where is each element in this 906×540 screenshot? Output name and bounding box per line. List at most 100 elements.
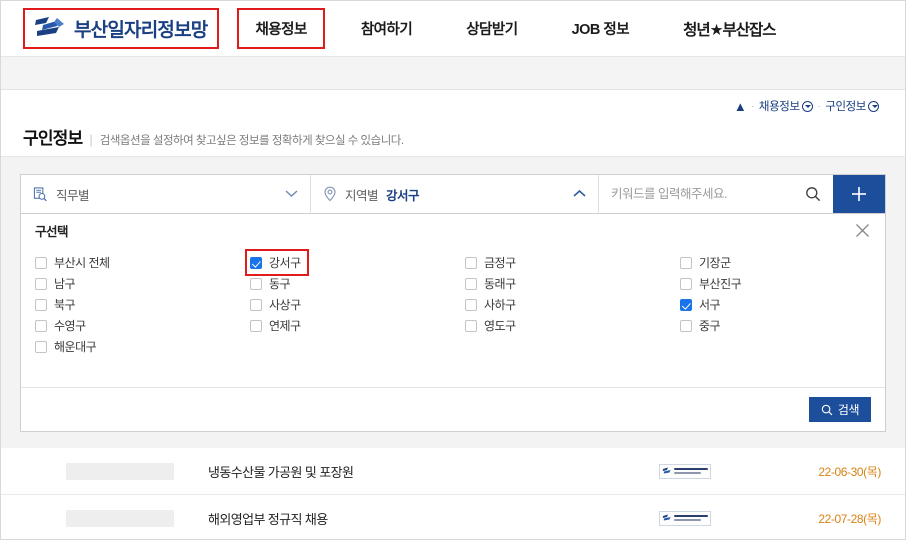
chevron-down-icon: [801, 100, 813, 112]
search-icon: [821, 404, 833, 415]
page-title-sub: 검색옵션을 설정하여 찾고싶은 정보를 정확하게 찾으실 수 있습니다.: [99, 135, 404, 147]
nav-item-cheongnyeon-busanjobs[interactable]: 청년★부산잡스: [669, 11, 789, 47]
checkbox-box: [465, 277, 477, 290]
logo-text: 부산일자리정보망: [74, 20, 208, 41]
job-filter-dropdown[interactable]: 직무별: [21, 175, 311, 213]
checkbox-box: [680, 256, 692, 269]
page-title-main: 구인정보: [23, 129, 83, 148]
job-filter-label: 직무별: [56, 188, 90, 203]
panel-body: 부산시 전체 남구 북구 수영구 해운대구 강서구 동구 사상구 연제구 금정구…: [21, 247, 885, 387]
checkbox-box: [250, 319, 262, 332]
panel-title: 구선택: [35, 225, 69, 239]
checkbox-column-3: 금정구 동래구 사하구 영도구: [465, 252, 680, 357]
nav-item-job-info[interactable]: JOB 정보: [558, 11, 644, 46]
job-list: 냉동수산물 가공원 및 포장원 22-06-30(목) 해외영업부 정규직 채용: [1, 448, 905, 539]
panel-footer: 검색: [21, 387, 885, 431]
document-search-icon: [33, 186, 47, 201]
site-logo[interactable]: 부산일자리정보망: [23, 8, 220, 49]
page-root: 부산일자리정보망 채용정보 참여하기 상담받기 JOB 정보 청년★부산잡스 ▲…: [0, 0, 906, 540]
checkbox-yeonjegu[interactable]: 연제구: [250, 315, 303, 336]
checkbox-box: [250, 256, 262, 269]
checkbox-label: 남구: [54, 277, 76, 291]
checkbox-box: [680, 319, 692, 332]
table-row[interactable]: 해외영업부 정규직 채용 22-07-28(목): [1, 495, 905, 539]
checkbox-label: 부산시 전체: [54, 256, 110, 270]
checkbox-label: 강서구: [269, 256, 301, 270]
checkbox-column-1: 부산시 전체 남구 북구 수영구 해운대구: [35, 252, 250, 357]
chevron-down-icon-2: [868, 100, 879, 112]
checkbox-suyeonggu[interactable]: 수영구: [35, 315, 88, 336]
nav-item-sangdambatgi[interactable]: 상담받기: [452, 11, 531, 46]
breadcrumb-separator: ·: [751, 101, 754, 111]
checkbox-junggu[interactable]: 중구: [680, 315, 722, 336]
breadcrumb: ▲ · 채용정보 · 구인정보: [1, 90, 905, 122]
main-navigation: 채용정보 참여하기 상담받기 JOB 정보 청년★부산잡스: [237, 8, 789, 49]
chevron-up-icon: [573, 185, 586, 203]
checkbox-label: 동구: [269, 277, 291, 291]
checkbox-geumjeonggu[interactable]: 금정구: [465, 252, 518, 273]
checkbox-label: 부산진구: [699, 277, 742, 291]
checkbox-seogu[interactable]: 서구: [680, 294, 722, 315]
breadcrumb-item-guinjeongbo[interactable]: 구인정보: [825, 98, 879, 114]
region-select-panel: 구선택 부산시 전체 남구 북구 수영구 해운대구 강서구 동구 사상구 연제구…: [20, 214, 886, 432]
checkbox-label: 영도구: [484, 319, 516, 333]
breadcrumb-item-chaeyongjeongbo[interactable]: 채용정보: [759, 98, 813, 114]
checkbox-column-2: 강서구 동구 사상구 연제구: [245, 249, 465, 357]
nav-item-chamyeohagi[interactable]: 참여하기: [347, 11, 426, 46]
search-button[interactable]: 검색: [808, 397, 871, 422]
chevron-down-icon: [285, 185, 298, 203]
region-checkbox-grid: 부산시 전체 남구 북구 수영구 해운대구 강서구 동구 사상구 연제구 금정구…: [35, 249, 871, 357]
busan-city-badge-icon: [659, 510, 711, 526]
checkbox-dongnaegu[interactable]: 동래구: [465, 273, 518, 294]
checkbox-gangseogu[interactable]: 강서구: [245, 249, 309, 276]
badge-logo-mark: [662, 514, 671, 521]
checkbox-box: [680, 298, 692, 311]
panel-header: 구선택: [21, 214, 885, 247]
region-filter-dropdown[interactable]: 지역별 강서구: [311, 175, 599, 213]
busan-job-logo-icon: [35, 16, 64, 36]
keyword-search-field: [599, 175, 833, 213]
checkbox-namgu[interactable]: 남구: [35, 273, 77, 294]
checkbox-busan-all[interactable]: 부산시 전체: [35, 252, 112, 273]
breadcrumb-separator-2: ·: [817, 101, 821, 111]
search-icon[interactable]: [805, 186, 821, 202]
checkbox-box: [35, 340, 47, 353]
checkbox-donggu[interactable]: 동구: [250, 273, 292, 294]
table-row[interactable]: 냉동수산물 가공원 및 포장원 22-06-30(목): [1, 448, 905, 495]
checkbox-box: [35, 256, 47, 269]
checkbox-label: 금정구: [484, 256, 516, 270]
checkbox-label: 중구: [699, 319, 721, 333]
job-title: 해외영업부 정규직 채용: [208, 511, 328, 527]
checkbox-gijanggun[interactable]: 기장군: [680, 252, 733, 273]
checkbox-label: 연제구: [269, 319, 301, 333]
checkbox-sasanggu[interactable]: 사상구: [250, 294, 303, 315]
checkbox-label: 사하구: [484, 298, 516, 312]
region-filter-value: 강서구: [386, 188, 420, 203]
job-date: 22-07-28(목): [818, 511, 881, 526]
checkbox-box: [35, 319, 47, 332]
checkbox-label: 수영구: [54, 319, 86, 333]
checkbox-label: 동래구: [484, 277, 516, 291]
checkbox-yeongdogu[interactable]: 영도구: [465, 315, 518, 336]
site-header: 부산일자리정보망 채용정보 참여하기 상담받기 JOB 정보 청년★부산잡스: [1, 1, 905, 57]
checkbox-bukgu[interactable]: 북구: [35, 294, 77, 315]
checkbox-box: [250, 277, 262, 290]
home-icon[interactable]: ▲: [734, 100, 747, 113]
checkbox-box: [465, 319, 477, 332]
nav-item-chaeyongjeongbo[interactable]: 채용정보: [237, 8, 325, 49]
plus-icon: [852, 187, 866, 201]
checkbox-haeundaegu[interactable]: 해운대구: [35, 336, 98, 357]
checkbox-busanjingu[interactable]: 부산진구: [680, 273, 743, 294]
search-button-label: 검색: [837, 403, 860, 417]
close-icon[interactable]: [854, 222, 871, 239]
checkbox-box: [465, 298, 477, 311]
map-pin-icon: [324, 186, 336, 202]
add-filter-button[interactable]: [833, 175, 885, 213]
company-name-redacted: [66, 462, 174, 480]
badge-text-lines: [674, 468, 708, 474]
search-input[interactable]: [611, 187, 797, 201]
search-bar: 직무별 지역별 강서구: [20, 174, 886, 214]
nav-label: 채용정보: [255, 22, 307, 38]
breadcrumb-label: 채용정보: [758, 101, 800, 113]
checkbox-sahagu[interactable]: 사하구: [465, 294, 518, 315]
